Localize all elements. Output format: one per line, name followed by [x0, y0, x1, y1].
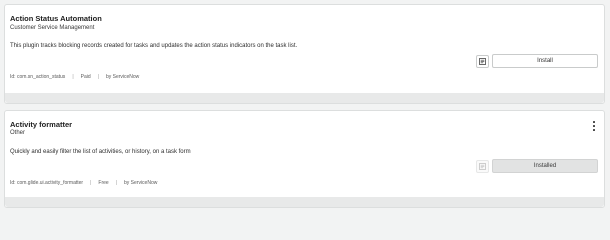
meta-separator: | [115, 180, 117, 186]
plugin-vendor: by ServiceNow [105, 74, 140, 80]
document-list-icon [479, 163, 486, 170]
plugin-card: Action Status Automation Customer Servic… [4, 4, 605, 104]
card-footer [5, 197, 604, 207]
plugin-vendor: by ServiceNow [124, 180, 158, 186]
plugin-title: Activity formatter [10, 120, 73, 129]
plugin-id: Id: com.sn_action_status [10, 74, 66, 80]
card-footer [5, 93, 604, 103]
more-vertical-icon[interactable] [592, 121, 596, 131]
document-list-icon [479, 58, 486, 65]
details-button[interactable] [476, 160, 489, 173]
details-button[interactable] [476, 55, 489, 68]
plugin-category: Other [10, 130, 26, 136]
meta-separator: | [90, 180, 92, 186]
plugin-description: This plugin tracks blocking records crea… [10, 43, 298, 49]
plugin-meta: Id: com.sn_action_status | Paid | by Ser… [10, 74, 139, 80]
plugin-price: Paid [80, 74, 91, 80]
plugin-category: Customer Service Management [10, 25, 95, 31]
meta-separator: | [97, 74, 99, 80]
plugin-card: Activity formatter Other Quickly and eas… [4, 110, 605, 208]
plugin-title: Action Status Automation [10, 14, 102, 23]
install-button[interactable]: Install [492, 54, 598, 68]
plugin-id: Id: com.glide.ui.activity_formatter [10, 180, 84, 186]
plugin-price: Free [98, 180, 109, 186]
plugin-description: Quickly and easily filter the list of ac… [10, 149, 191, 155]
installed-button[interactable]: Installed [492, 159, 598, 173]
meta-separator: | [72, 74, 74, 80]
plugin-meta: Id: com.glide.ui.activity_formatter | Fr… [10, 180, 157, 186]
